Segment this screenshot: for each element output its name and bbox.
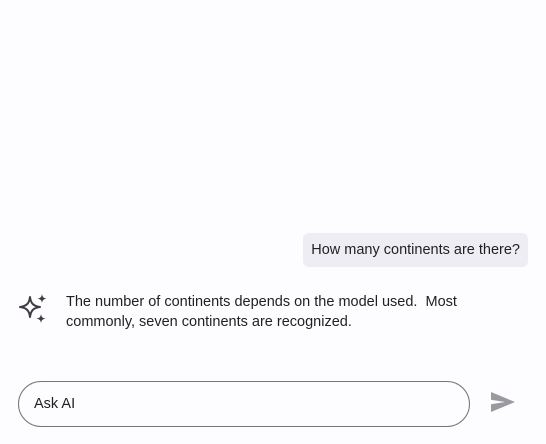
send-button[interactable]	[488, 389, 518, 419]
message-list: How many continents are there? The numbe…	[0, 0, 546, 360]
chat-app: How many continents are there? The numbe…	[0, 0, 546, 444]
ask-ai-input[interactable]	[34, 396, 454, 412]
composer	[18, 380, 528, 428]
send-icon	[490, 391, 516, 418]
sparkle-icon	[18, 293, 50, 325]
ai-message-text: The number of continents depends on the …	[66, 294, 461, 330]
ai-message: The number of continents depends on the …	[18, 292, 528, 332]
ask-input-container[interactable]	[18, 381, 470, 427]
user-message-bubble: How many continents are there?	[303, 233, 528, 267]
user-message-text: How many continents are there?	[311, 242, 520, 258]
